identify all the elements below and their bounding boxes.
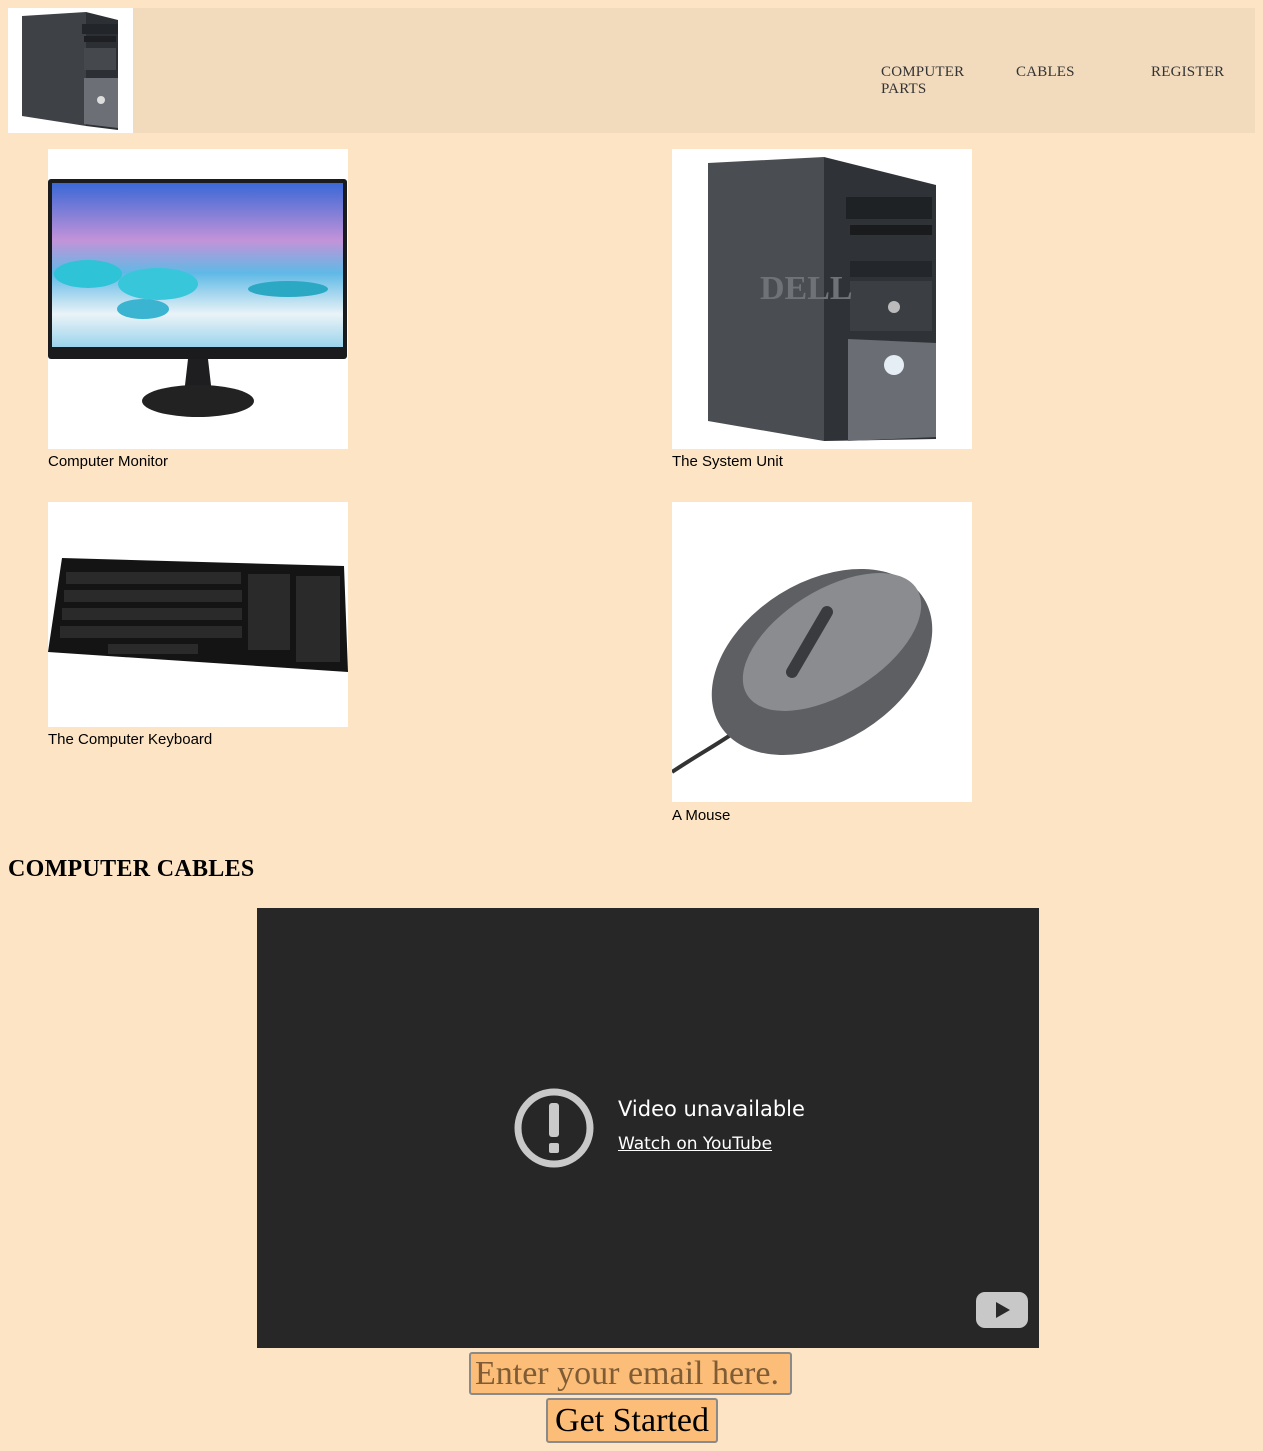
system-unit-image: DELL — [672, 149, 972, 449]
pc-tower-icon: DELL — [708, 157, 936, 441]
mouse-icon — [672, 569, 933, 774]
mouse-image — [672, 502, 972, 802]
video-unavailable-message: Video unavailable — [618, 1097, 805, 1121]
product-caption: The Computer Keyboard — [48, 731, 213, 748]
nav-link-cables[interactable]: CABLES — [1016, 64, 1075, 81]
alert-circle-icon — [514, 1088, 594, 1168]
nav-label-line2: PARTS — [881, 81, 927, 97]
watch-on-youtube-link[interactable]: Watch on YouTube — [618, 1134, 772, 1154]
monitor-image — [48, 149, 348, 449]
nav-link-register[interactable]: REGISTER — [1151, 64, 1224, 81]
nav-label-line1: COMPUTER — [881, 64, 965, 80]
product-caption: The System Unit — [672, 453, 783, 470]
site-logo[interactable] — [8, 8, 133, 133]
site-header: COMPUTER PARTS CABLES REGISTER — [8, 8, 1255, 133]
video-embed[interactable]: Video unavailable Watch on YouTube — [257, 908, 1039, 1348]
youtube-icon[interactable] — [976, 1292, 1028, 1328]
get-started-button[interactable]: Get Started — [546, 1398, 718, 1443]
monitor-icon — [48, 179, 347, 417]
keyboard-icon — [48, 558, 348, 672]
product-caption: A Mouse — [672, 807, 731, 824]
keyboard-image — [48, 502, 348, 727]
section-title: COMPUTER CABLES — [8, 856, 255, 882]
email-input[interactable] — [469, 1352, 792, 1395]
nav-link-computer-parts[interactable]: COMPUTER PARTS — [881, 64, 964, 98]
nav-label: CABLES — [1016, 64, 1075, 80]
product-caption: Computer Monitor — [48, 453, 169, 470]
pc-tower-logo-icon — [8, 8, 133, 133]
nav-label: REGISTER — [1151, 64, 1225, 80]
svg-text:DELL: DELL — [760, 270, 853, 307]
